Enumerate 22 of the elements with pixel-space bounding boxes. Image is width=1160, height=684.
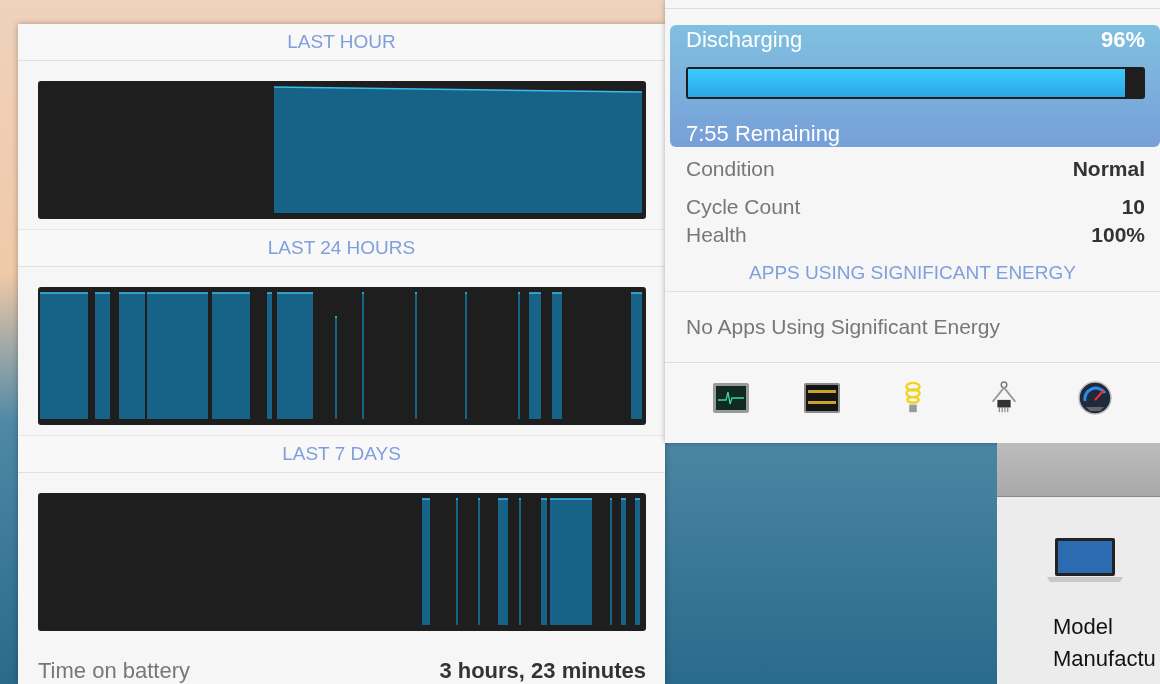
section-title: LAST 7 DAYS [282, 443, 401, 465]
section-title: APPS USING SIGNIFICANT ENERGY [749, 262, 1076, 284]
battery-percent: 96% [1100, 27, 1145, 53]
speedometer-icon[interactable] [1075, 381, 1114, 415]
section-title: LAST 24 HOURS [267, 237, 416, 259]
detail-label: Cycle Count [686, 195, 801, 220]
time-on-battery-value: 3 hours, 23 minutes [439, 659, 646, 683]
detail-value: Normal [1072, 157, 1145, 182]
console-icon[interactable] [802, 381, 841, 415]
no-apps-message: No Apps Using Significant Energy [686, 315, 1000, 339]
info-label: Model [1053, 613, 1114, 641]
detail-label: Condition [686, 157, 775, 182]
battery-status: Discharging [686, 27, 803, 53]
detail-value: 10 [1121, 195, 1145, 220]
time-remaining: 7:55 Remaining [686, 121, 842, 147]
laptop-icon [1047, 537, 1123, 583]
section-title: LAST HOUR [287, 31, 396, 53]
info-label: Manufactu [1053, 645, 1157, 673]
detail-label: Health [686, 223, 747, 248]
activity-monitor-icon[interactable] [711, 381, 750, 415]
detail-value: 100% [1091, 223, 1145, 248]
time-on-battery-label: Time on battery [38, 659, 191, 683]
